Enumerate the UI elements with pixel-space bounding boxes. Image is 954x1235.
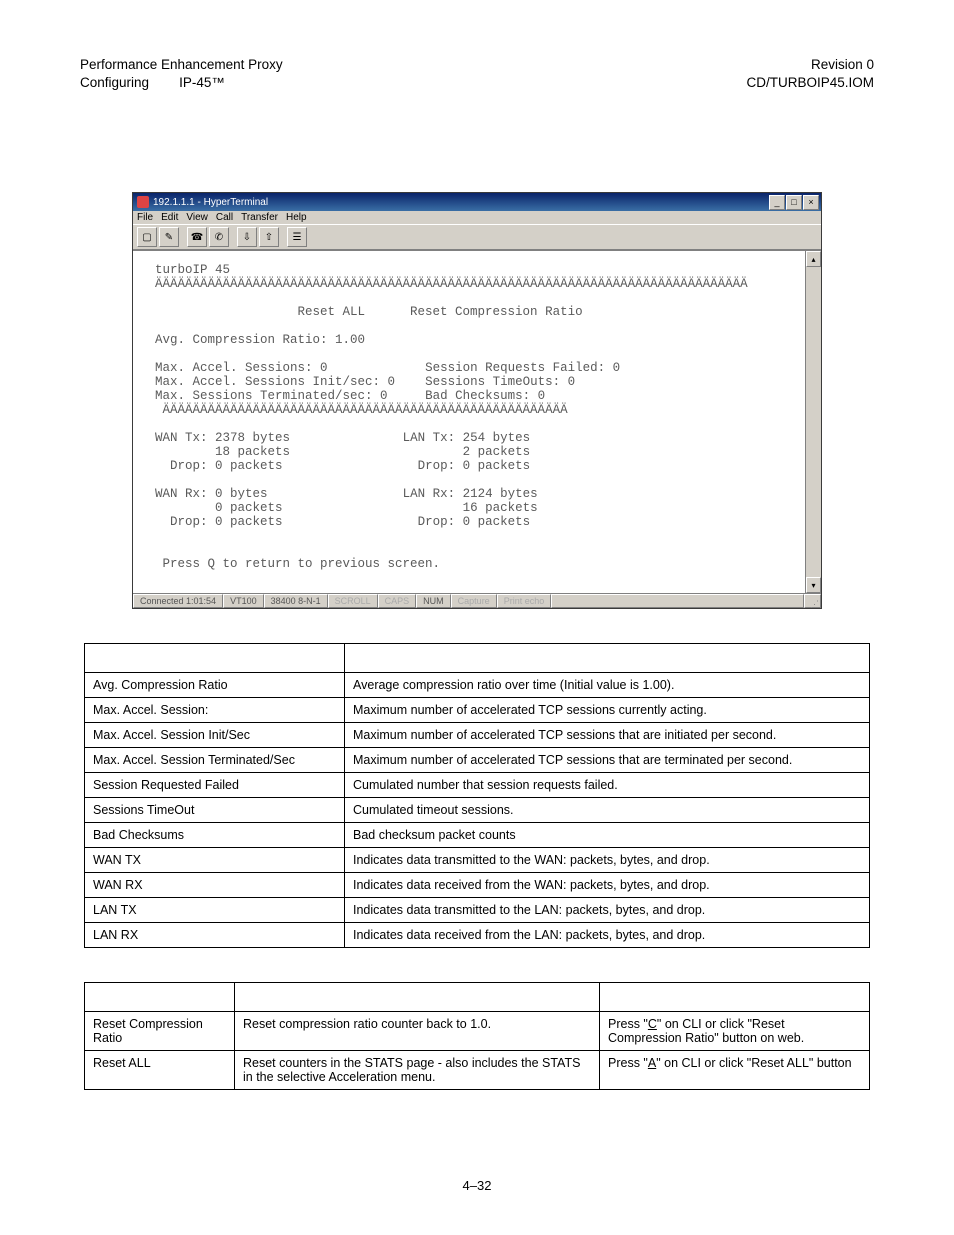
table-row: Max. Accel. Session Init/SecMaximum numb… [85, 723, 870, 748]
table-row: Max. Accel. Session Terminated/SecMaximu… [85, 748, 870, 773]
menu-help[interactable]: Help [286, 212, 307, 223]
send-icon[interactable]: ⇩ [237, 227, 257, 247]
table-row: WAN RXIndicates data received from the W… [85, 873, 870, 898]
commands-table: Reset Compression Ratio Reset compressio… [84, 982, 870, 1090]
header-subline: Configuring IP-45™ [80, 74, 283, 92]
header-right: Revision 0 CD/TURBOIP45.IOM [746, 56, 874, 92]
header-revision: Revision 0 [746, 56, 874, 74]
table-row: LAN RXIndicates data received from the L… [85, 923, 870, 948]
status-num: NUM [416, 594, 451, 608]
status-emulation: VT100 [223, 594, 264, 608]
terminal-output[interactable]: turboIP 45 ÄÄÄÄÄÄÄÄÄÄÄÄÄÄÄÄÄÄÄÄÄÄÄÄÄÄÄÄÄ… [133, 251, 805, 593]
table-row: WAN TXIndicates data transmitted to the … [85, 848, 870, 873]
status-scroll: SCROLL [328, 594, 378, 608]
open-icon[interactable]: ✎ [159, 227, 179, 247]
new-doc-icon[interactable]: ▢ [137, 227, 157, 247]
statusbar: Connected 1:01:54 VT100 38400 8-N-1 SCRO… [133, 593, 821, 608]
table-row: LAN TXIndicates data transmitted to the … [85, 898, 870, 923]
header-left: Performance Enhancement Proxy Configurin… [80, 56, 283, 92]
table-row: Max. Accel. Session:Maximum number of ac… [85, 698, 870, 723]
table-row: Session Requested FailedCumulated number… [85, 773, 870, 798]
menu-edit[interactable]: Edit [161, 212, 178, 223]
table-row: Bad ChecksumsBad checksum packet counts [85, 823, 870, 848]
page-number: 4–32 [0, 1178, 954, 1193]
disconnect-icon[interactable]: ✆ [209, 227, 229, 247]
table-row: Sessions TimeOutCumulated timeout sessio… [85, 798, 870, 823]
table-row: Reset ALL Reset counters in the STATS pa… [85, 1051, 870, 1090]
scroll-down-icon[interactable]: ▾ [806, 577, 821, 593]
header-configuring: Configuring [80, 75, 149, 90]
receive-icon[interactable]: ⇧ [259, 227, 279, 247]
connect-icon[interactable]: ☎ [187, 227, 207, 247]
resize-grip-icon[interactable]: ⋰ [804, 594, 821, 608]
status-connection: Connected 1:01:54 [133, 594, 223, 608]
menu-call[interactable]: Call [216, 212, 233, 223]
window-controls: _ □ × [769, 195, 819, 210]
maximize-button[interactable]: □ [786, 195, 802, 210]
app-icon [137, 196, 149, 208]
table-row: Avg. Compression RatioAverage compressio… [85, 673, 870, 698]
close-button[interactable]: × [803, 195, 819, 210]
vertical-scrollbar[interactable]: ▴ ▾ [805, 251, 821, 593]
status-caps: CAPS [378, 594, 417, 608]
header-model: IP-45™ [179, 75, 225, 90]
status-echo: Print echo [497, 594, 552, 608]
status-baud: 38400 8-N-1 [264, 594, 328, 608]
scroll-up-icon[interactable]: ▴ [806, 251, 821, 267]
window-title: 192.1.1.1 - HyperTerminal [153, 197, 268, 208]
minimize-button[interactable]: _ [769, 195, 785, 210]
properties-icon[interactable]: ☰ [287, 227, 307, 247]
status-capture: Capture [451, 594, 497, 608]
table-row: Reset Compression Ratio Reset compressio… [85, 1012, 870, 1051]
toolbar: ▢ ✎ ☎ ✆ ⇩ ⇧ ☰ [133, 224, 821, 250]
menu-view[interactable]: View [186, 212, 208, 223]
document-page: Performance Enhancement Proxy Configurin… [0, 0, 954, 1235]
header-docid: CD/TURBOIP45.IOM [746, 74, 874, 92]
menu-transfer[interactable]: Transfer [241, 212, 278, 223]
window-titlebar[interactable]: 192.1.1.1 - HyperTerminal _ □ × [133, 193, 821, 211]
hyperterminal-window: 192.1.1.1 - HyperTerminal _ □ × File Edi… [132, 192, 822, 609]
definitions-table: Avg. Compression RatioAverage compressio… [84, 643, 870, 948]
menubar: File Edit View Call Transfer Help [133, 211, 821, 224]
header-product: Performance Enhancement Proxy [80, 56, 283, 74]
page-header: Performance Enhancement Proxy Configurin… [80, 56, 874, 92]
menu-file[interactable]: File [137, 212, 153, 223]
